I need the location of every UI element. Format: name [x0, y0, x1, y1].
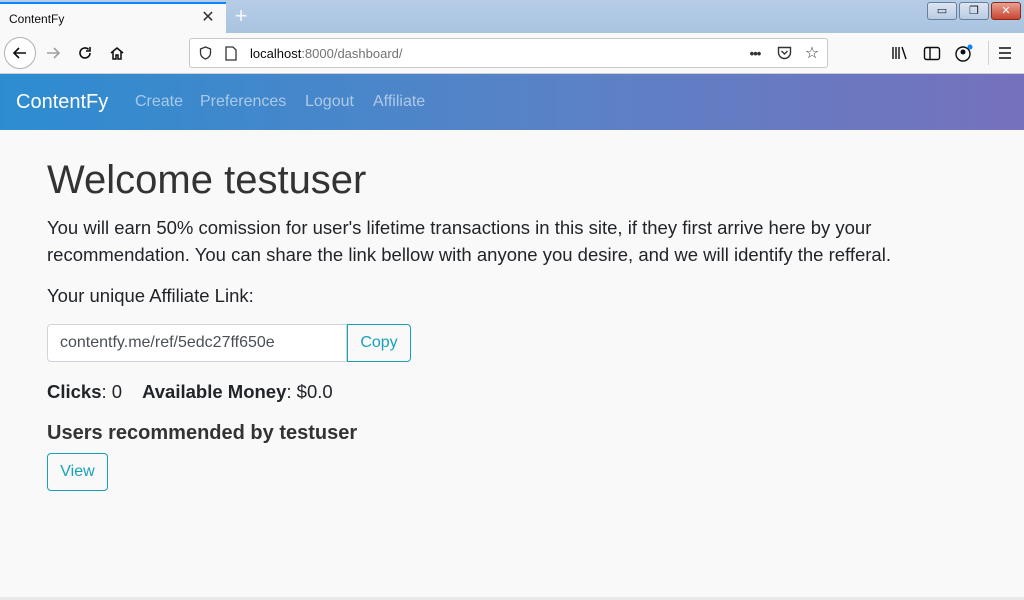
bookmark-star-icon[interactable]: ☆ [803, 44, 821, 62]
forward-button[interactable] [38, 38, 68, 68]
reload-button[interactable] [70, 38, 100, 68]
copy-button[interactable]: Copy [347, 324, 411, 362]
nav-link-create[interactable]: Create [135, 93, 183, 111]
tab-title: ContentFy [9, 12, 65, 26]
home-icon [110, 47, 124, 60]
sidebar-icon[interactable] [921, 42, 943, 64]
page-actions-icon[interactable]: ••• [746, 44, 764, 62]
site-navbar: ContentFy Create Preferences Logout Affi… [0, 74, 1024, 130]
library-icon[interactable] [889, 42, 911, 64]
back-arrow-icon [12, 47, 26, 59]
commission-description-line-1: You will earn 50% comission for user's l… [47, 217, 872, 238]
clicks-label: Clicks [47, 381, 102, 402]
browser-tab[interactable]: ContentFy ✕ [0, 2, 226, 33]
close-tab-icon[interactable]: ✕ [200, 9, 216, 27]
clicks-value: : 0 [101, 381, 123, 402]
pocket-icon[interactable] [775, 44, 793, 62]
commission-description: You will earn 50% comission for user's l… [47, 214, 967, 268]
reload-icon [79, 47, 91, 59]
browser-titlebar: ContentFy ✕ + ▭ ❐ ✕ [0, 0, 1024, 33]
available-money-value: : $0.0 [286, 381, 333, 402]
affiliate-stats: Clicks: 0 Available Money: $0.0 [47, 381, 333, 403]
site-brand[interactable]: ContentFy [16, 91, 108, 114]
url-text: localhost:8000/dashboard/ [250, 46, 403, 61]
minimize-icon: ▭ [936, 4, 948, 17]
page-title: Welcome testuser [47, 158, 367, 202]
restore-button[interactable]: ❐ [959, 2, 989, 20]
nav-link-logout[interactable]: Logout [305, 93, 354, 111]
minimize-button[interactable]: ▭ [927, 2, 957, 20]
recommended-users-title: Users recommended by testuser [47, 422, 358, 444]
nav-link-preferences[interactable]: Preferences [200, 93, 286, 111]
toolbar-separator [988, 41, 989, 65]
back-button[interactable] [4, 37, 36, 69]
restore-icon: ❐ [969, 4, 979, 17]
close-window-icon: ✕ [1001, 4, 1011, 17]
home-button[interactable] [102, 38, 132, 68]
page-info-icon[interactable] [222, 44, 240, 62]
affiliate-link-input[interactable] [47, 324, 347, 362]
window-controls: ▭ ❐ ✕ [927, 2, 1021, 20]
shield-icon[interactable] [196, 44, 214, 62]
available-money-label: Available Money [142, 381, 287, 402]
commission-description-line-2: recommendation. You can share the link b… [47, 244, 891, 265]
url-bar[interactable]: localhost:8000/dashboard/ ••• ☆ [189, 38, 828, 68]
affiliate-link-label: Your unique Affiliate Link: [47, 285, 254, 306]
new-tab-button[interactable]: + [231, 3, 251, 29]
browser-toolbar: localhost:8000/dashboard/ ••• ☆ [0, 33, 1024, 74]
forward-arrow-icon [47, 47, 61, 59]
nav-link-affiliate[interactable]: Affiliate [373, 93, 425, 111]
close-window-button[interactable]: ✕ [991, 2, 1021, 20]
menu-icon[interactable] [994, 42, 1016, 64]
view-button[interactable]: View [47, 453, 108, 491]
account-icon[interactable] [953, 42, 975, 64]
